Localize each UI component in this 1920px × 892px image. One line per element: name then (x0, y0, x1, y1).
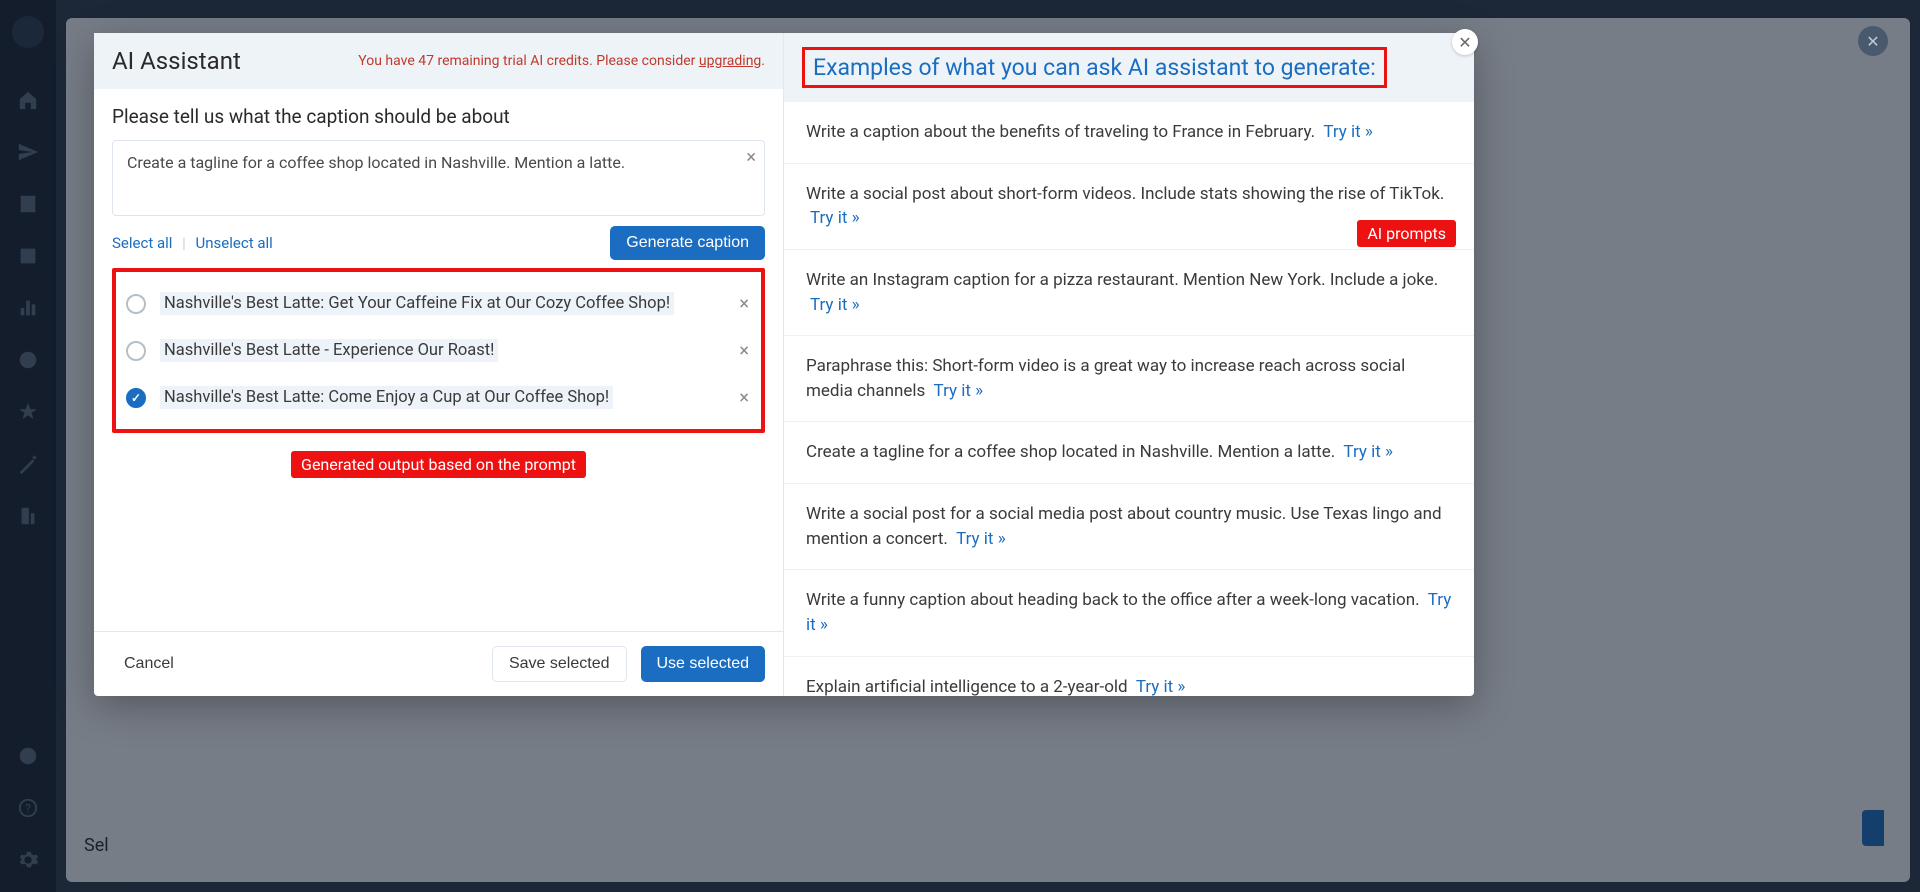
credits-suffix: . (761, 53, 765, 69)
example-text: Write a funny caption about heading back… (806, 590, 1420, 610)
prompt-input-text: Create a tagline for a coffee shop locat… (127, 153, 625, 172)
select-links: Select all | Unselect all (112, 234, 273, 252)
try-it-link[interactable]: Try it » (934, 381, 984, 401)
examples-header: Examples of what you can ask AI assistan… (802, 47, 1387, 88)
example-item: Explain artificial intelligence to a 2-y… (784, 657, 1474, 696)
unselect-all-link[interactable]: Unselect all (196, 234, 273, 252)
prompt-label: Please tell us what the caption should b… (112, 105, 765, 128)
select-all-link[interactable]: Select all (112, 234, 172, 252)
result-item[interactable]: Nashville's Best Latte: Get Your Caffein… (122, 280, 755, 327)
try-it-link[interactable]: Try it » (1136, 677, 1186, 696)
result-remove-icon[interactable]: × (739, 387, 749, 408)
credits-mid: remaining trial AI credits. Please consi… (434, 53, 699, 69)
example-item: Write an Instagram caption for a pizza r… (784, 250, 1474, 336)
result-text: Nashville's Best Latte - Experience Our … (160, 339, 498, 362)
result-remove-icon[interactable]: × (739, 340, 749, 361)
select-separator: | (182, 234, 186, 252)
try-it-link[interactable]: Try it » (810, 208, 860, 228)
prompt-section: Please tell us what the caption should b… (94, 89, 783, 631)
credits-notice: You have 47 remaining trial AI credits. … (358, 53, 765, 69)
try-it-link[interactable]: Try it » (1323, 122, 1373, 142)
example-item: Write a social post for a social media p… (784, 484, 1474, 570)
prompt-input[interactable]: Create a tagline for a coffee shop locat… (112, 140, 765, 216)
modal-close-button[interactable]: ✕ (1452, 29, 1478, 55)
example-text: Paraphrase this: Short-form video is a g… (806, 356, 1405, 401)
result-remove-icon[interactable]: × (739, 293, 749, 314)
result-checkbox[interactable] (126, 388, 146, 408)
credits-count: 47 (418, 53, 434, 69)
example-item: Create a tagline for a coffee shop locat… (784, 422, 1474, 484)
use-selected-button[interactable]: Use selected (641, 646, 766, 682)
results-box: Nashville's Best Latte: Get Your Caffein… (112, 268, 765, 433)
left-panel-header: AI Assistant You have 47 remaining trial… (94, 33, 783, 89)
modal-footer: Cancel Save selected Use selected (94, 631, 783, 696)
example-item: Write a caption about the benefits of tr… (784, 102, 1474, 164)
example-text: Write a caption about the benefits of tr… (806, 122, 1315, 142)
prompt-clear-icon[interactable]: × (746, 147, 756, 168)
example-text: Write an Instagram caption for a pizza r… (806, 270, 1438, 290)
modal-right-panel: Examples of what you can ask AI assistan… (784, 33, 1474, 696)
cancel-button[interactable]: Cancel (112, 647, 186, 681)
generate-caption-button[interactable]: Generate caption (610, 226, 765, 260)
save-selected-button[interactable]: Save selected (492, 646, 627, 682)
modal-title: AI Assistant (112, 47, 241, 75)
example-item: Write a funny caption about heading back… (784, 570, 1474, 656)
annotation-output-label: Generated output based on the prompt (291, 451, 586, 478)
try-it-link[interactable]: Try it » (810, 295, 860, 315)
credits-prefix: You have (358, 53, 418, 69)
try-it-link[interactable]: Try it » (1343, 442, 1393, 462)
select-row: Select all | Unselect all Generate capti… (112, 226, 765, 260)
result-item[interactable]: Nashville's Best Latte: Come Enjoy a Cup… (122, 374, 755, 421)
modal-left-panel: AI Assistant You have 47 remaining trial… (94, 33, 784, 696)
examples-list[interactable]: AI prompts Write a caption about the ben… (784, 102, 1474, 696)
result-checkbox[interactable] (126, 294, 146, 314)
example-text: Explain artificial intelligence to a 2-y… (806, 677, 1128, 696)
example-item: Paraphrase this: Short-form video is a g… (784, 336, 1474, 422)
example-text: Write a social post for a social media p… (806, 504, 1442, 549)
result-text: Nashville's Best Latte: Come Enjoy a Cup… (160, 386, 613, 409)
outer-close-button[interactable]: ✕ (1858, 26, 1888, 56)
ai-assistant-modal: ✕ AI Assistant You have 47 remaining tri… (94, 33, 1474, 696)
example-text: Create a tagline for a coffee shop locat… (806, 442, 1335, 462)
annotation-prompts-label: AI prompts (1357, 220, 1456, 247)
footer-right: Save selected Use selected (492, 646, 765, 682)
right-panel-header: Examples of what you can ask AI assistan… (784, 33, 1474, 102)
upgrade-link[interactable]: upgrading (699, 53, 761, 69)
result-item[interactable]: Nashville's Best Latte - Experience Our … (122, 327, 755, 374)
result-text: Nashville's Best Latte: Get Your Caffein… (160, 292, 674, 315)
result-checkbox[interactable] (126, 341, 146, 361)
example-text: Write a social post about short-form vid… (806, 184, 1444, 204)
try-it-link[interactable]: Try it » (956, 529, 1006, 549)
